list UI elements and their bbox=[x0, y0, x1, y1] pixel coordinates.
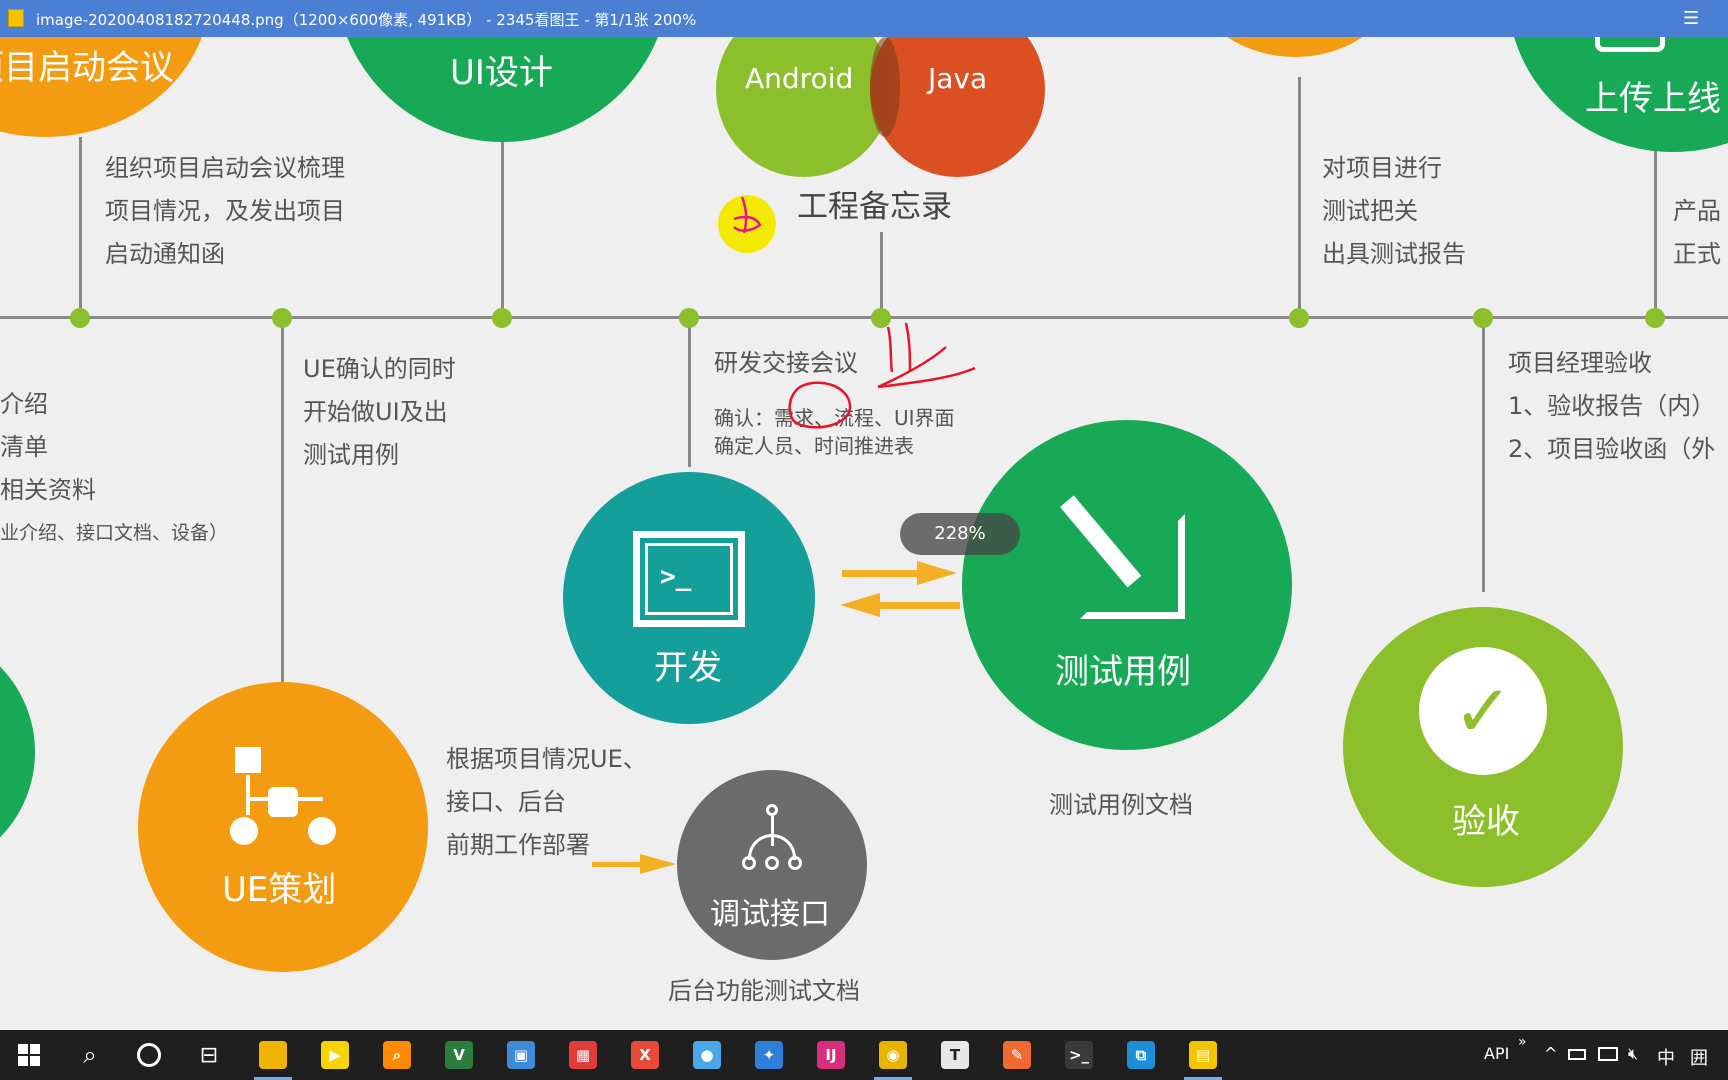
vnc-app[interactable]: V bbox=[430, 1030, 488, 1080]
tiles-icon: ▦ bbox=[569, 1041, 597, 1069]
image-canvas[interactable]: 项目启动会议 UI设计 上传上线 Android Java 工程备忘录 组织项目… bbox=[0, 37, 1728, 1030]
terminal-app[interactable]: >_ bbox=[1050, 1030, 1108, 1080]
menu-icon[interactable]: ☰ bbox=[1683, 8, 1699, 29]
arrow-left bbox=[840, 593, 960, 617]
annotation-stroke bbox=[877, 322, 976, 389]
zoom-indicator: 228% bbox=[900, 513, 1020, 555]
windows-icon bbox=[18, 1044, 40, 1066]
start-button[interactable] bbox=[0, 1030, 58, 1080]
image-viewer-app-icon bbox=[8, 9, 24, 27]
xmind-icon: X bbox=[631, 1041, 659, 1069]
chrome-app[interactable]: ◉ bbox=[864, 1030, 922, 1080]
ide-icon: IJ bbox=[817, 1041, 845, 1069]
vm-icon: ⧉ bbox=[1127, 1041, 1155, 1069]
chat-icon: ● bbox=[693, 1041, 721, 1069]
arrow-right bbox=[842, 561, 957, 585]
player-app[interactable]: ▶ bbox=[306, 1030, 364, 1080]
keyboard-icon[interactable]: 囲 bbox=[1690, 1044, 1708, 1070]
dolphin-icon: ✦ bbox=[755, 1041, 783, 1069]
search-button[interactable]: ⌕ bbox=[61, 1030, 119, 1080]
remote-desktop-icon: ▣ bbox=[507, 1041, 535, 1069]
cortana-icon bbox=[137, 1043, 161, 1067]
intellij-app[interactable]: IJ bbox=[802, 1030, 860, 1080]
windows-app[interactable]: ▦ bbox=[554, 1030, 612, 1080]
remote-desktop-app[interactable]: ▣ bbox=[492, 1030, 550, 1080]
postman-app[interactable]: ✎ bbox=[988, 1030, 1046, 1080]
network-icon[interactable] bbox=[1598, 1047, 1618, 1061]
api-label[interactable]: API bbox=[1484, 1044, 1509, 1063]
feiq-app[interactable]: ● bbox=[678, 1030, 736, 1080]
file-explorer-app[interactable] bbox=[244, 1030, 302, 1080]
volume-icon[interactable]: 🔇︎ bbox=[1628, 1044, 1638, 1064]
image-viewer-app[interactable]: ▤ bbox=[1174, 1030, 1232, 1080]
folder-icon bbox=[259, 1041, 287, 1069]
task-view-icon: ⊟ bbox=[199, 1042, 219, 1068]
image-viewer-icon: ▤ bbox=[1189, 1041, 1217, 1069]
typora-app[interactable]: T bbox=[926, 1030, 984, 1080]
ime-indicator[interactable]: 中 bbox=[1657, 1044, 1675, 1070]
vnc-icon: V bbox=[445, 1041, 473, 1069]
cortana-button[interactable] bbox=[120, 1030, 178, 1080]
terminal-icon: >_ bbox=[1065, 1041, 1093, 1069]
arrow-to-api bbox=[592, 854, 676, 874]
search-icon: ⌕ bbox=[83, 1041, 97, 1069]
xmind-app[interactable]: X bbox=[616, 1030, 674, 1080]
title-bar: image-20200408182720448.png（1200×600像素, … bbox=[0, 0, 1728, 37]
window-title: image-20200408182720448.png（1200×600像素, … bbox=[36, 11, 697, 29]
taskbar: ⌕ ⊟ ▶ ⌕ V ▣ ▦ X ● ✦ IJ ◉ T ✎ >_ ⧉ ▤ API » ^ 🔇︎ 中 囲 bbox=[0, 1030, 1728, 1080]
annotation-circle bbox=[788, 381, 852, 429]
chrome-icon: ◉ bbox=[879, 1041, 907, 1069]
annotation-mark bbox=[733, 196, 762, 234]
diagram-arrows bbox=[592, 196, 976, 874]
typora-icon: T bbox=[941, 1041, 969, 1069]
tray-caret-icon[interactable]: ^ bbox=[1544, 1044, 1557, 1063]
dolphin-app[interactable]: ✦ bbox=[740, 1030, 798, 1080]
chevron-icon[interactable]: » bbox=[1518, 1034, 1527, 1050]
search-tool-app[interactable]: ⌕ bbox=[368, 1030, 426, 1080]
postman-icon: ✎ bbox=[1003, 1041, 1031, 1069]
vm-app[interactable]: ⧉ bbox=[1112, 1030, 1170, 1080]
task-view-button[interactable]: ⊟ bbox=[180, 1030, 238, 1080]
magnifier-icon: ⌕ bbox=[383, 1041, 411, 1069]
player-icon: ▶ bbox=[321, 1041, 349, 1069]
battery-icon[interactable] bbox=[1568, 1049, 1586, 1060]
